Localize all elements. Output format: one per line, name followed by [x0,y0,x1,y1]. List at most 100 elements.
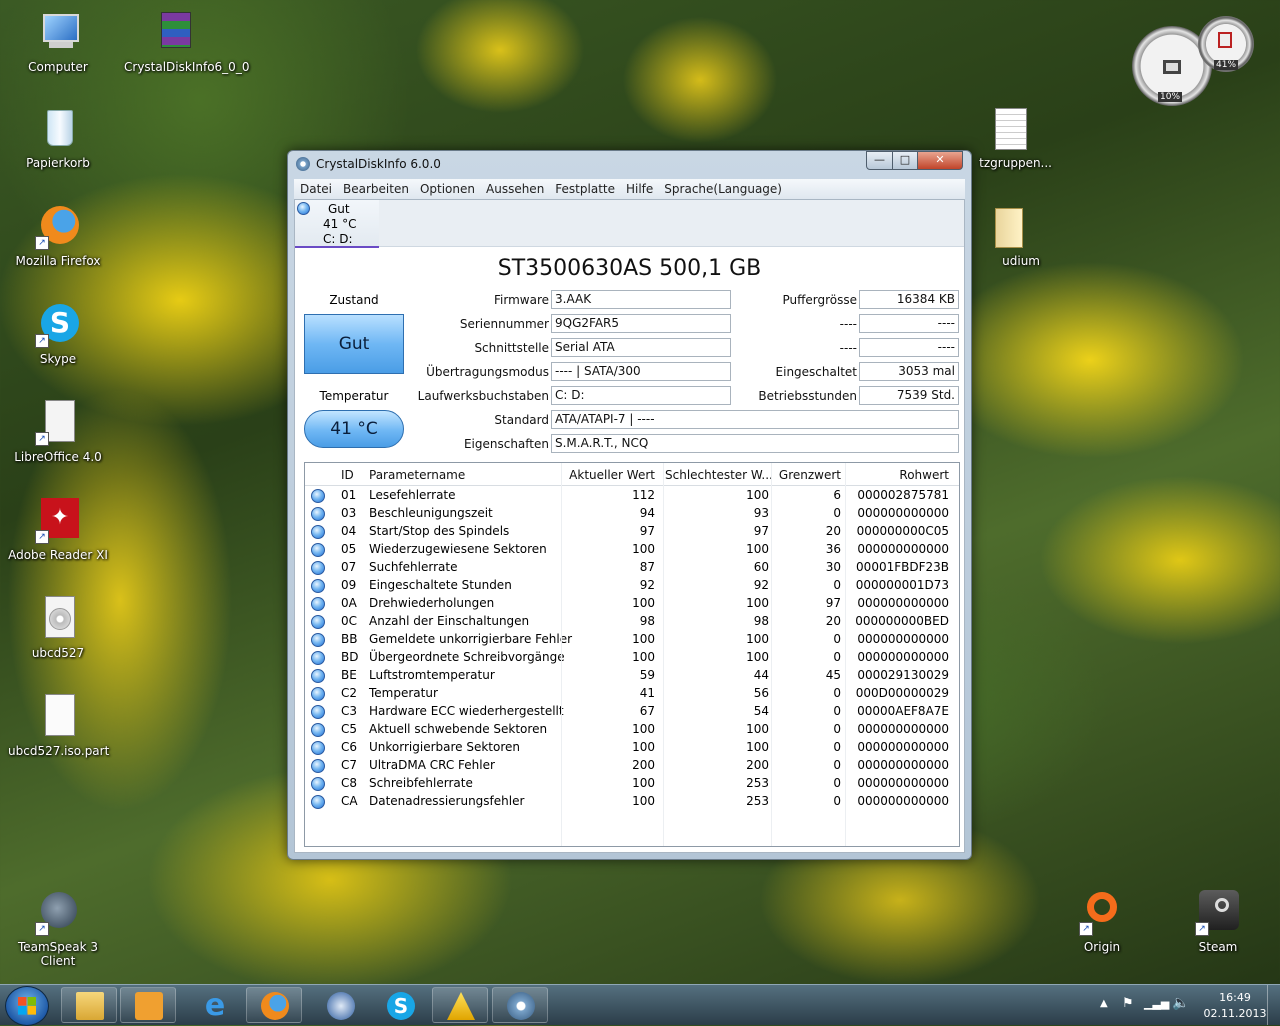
taskbar-action-center-button[interactable] [432,987,488,1023]
attribute-name: Datenadressierungsfehler [369,794,525,808]
taskbar-crystaldiskinfo-button[interactable] [492,987,548,1023]
attribute-threshold: 97 [825,596,841,610]
smart-attributes-table[interactable]: ID Parametername Aktueller Wert Schlecht… [304,462,960,847]
maximize-button[interactable]: □ [892,151,918,170]
close-button[interactable]: ✕ [917,151,963,170]
table-row[interactable]: C2 Temperatur 41 56 0 000D00000029 [305,684,959,702]
attribute-status-dot-icon [311,597,325,611]
attribute-id: 04 [341,524,357,538]
attribute-current: 100 [632,722,655,736]
desktop-icon-teamspeak[interactable]: ↗ TeamSpeak 3 Client [8,890,108,968]
disk-tab-selected[interactable]: Gut 41 °C C: D: [295,200,379,248]
attribute-name: Unkorrigierbare Sektoren [369,740,521,754]
desktop-icon-origin[interactable]: ↗ Origin [1052,890,1152,954]
network-icon[interactable]: ▁▃▅ [1144,997,1169,1010]
table-row[interactable]: 01 Lesefehlerrate 112 100 6 000002875781 [305,486,959,504]
table-row[interactable]: C5 Aktuell schwebende Sektoren 100 100 0 0000… [305,720,959,738]
menu-bearbeiten[interactable]: Bearbeiten [337,179,414,196]
menu-sprache[interactable]: Sprache(Language) [658,179,787,196]
table-row[interactable]: C6 Unkorrigierbare Sektoren 100 100 0 0000000… [305,738,959,756]
main-panel: Gut 41 °C C: D: ST3500630AS 500,1 GB Zus… [294,199,965,853]
show-desktop-button[interactable] [1267,985,1280,1025]
table-row[interactable]: BE Luftstromtemperatur 59 44 45 000029130029 [305,666,959,684]
attribute-id: BB [341,632,358,646]
attribute-current: 67 [639,704,655,718]
desktop-icon-adobe-reader[interactable]: ✦ ↗ Adobe Reader XI [8,498,108,562]
volume-icon[interactable]: 🔈 [1172,995,1189,1011]
desktop-icon-libreoffice[interactable]: ↗ LibreOffice 4.0 [8,400,108,464]
menu-aussehen[interactable]: Aussehen [480,179,549,196]
menu-hilfe[interactable]: Hilfe [620,179,658,196]
table-row[interactable]: BD Übergeordnete Schreibvorgänge 100 100 0 00… [305,648,959,666]
buffer-size-value: 16384 KB [859,290,959,309]
taskbar-firefox-button[interactable] [246,987,302,1023]
show-hidden-icons-icon[interactable]: ▲ [1100,998,1108,1009]
column-parameter-name[interactable]: Parametername [369,468,465,482]
taskbar-internet-explorer-button[interactable]: e [186,987,242,1023]
column-raw-value[interactable]: Rohwert [845,468,949,482]
table-row[interactable]: CA Datenadressierungsfehler 100 253 0 0000000… [305,792,959,810]
desktop-icon-steam[interactable]: ↗ Steam [1168,890,1268,954]
computer-icon [35,10,81,56]
desktop-icon-firefox[interactable]: ↗ Mozilla Firefox [8,204,108,268]
start-button[interactable] [5,986,49,1026]
attribute-worst: 56 [753,686,769,700]
attribute-status-dot-icon [311,777,325,791]
desktop-icon-label: Steam [1198,940,1238,954]
desktop-icon-ubcd527-iso-part[interactable]: ubcd527.iso.part [8,694,109,758]
desktop-icon-crystaldiskinfo-archive[interactable]: CrystalDiskInfo6_0_0 [124,10,249,74]
shortcut-arrow-icon: ↗ [35,432,49,446]
column-worst-value[interactable]: Schlechtester W... [665,468,773,482]
desktop-icon-skype[interactable]: S ↗ Skype [8,302,108,366]
table-row[interactable]: C8 Schreibfehlerrate 100 253 0 000000000000 [305,774,959,792]
minimize-button[interactable]: — [866,151,893,170]
table-row[interactable]: C3 Hardware ECC wiederhergestellt 67 54 0 000… [305,702,959,720]
desktop-icon-ubcd527[interactable]: ubcd527 [8,596,108,660]
clock-date[interactable]: 02.11.2013 [1202,1007,1268,1020]
attribute-raw: 000000000000 [857,596,949,610]
table-row[interactable]: BB Gemeldete unkorrigierbare Fehler 100 100… [305,630,959,648]
ram-meter-gadget[interactable]: 41% [1198,16,1254,72]
attribute-worst: 100 [746,542,769,556]
table-row[interactable]: 04 Start/Stop des Spindels 97 97 20 000000000… [305,522,959,540]
attribute-id: C5 [341,722,358,736]
attribute-worst: 100 [746,650,769,664]
menu-datei[interactable]: Datei [294,179,337,196]
column-current-value[interactable]: Aktueller Wert [563,468,655,482]
attribute-worst: 93 [753,506,769,520]
desktop-icon-recycle-bin[interactable]: Papierkorb [8,106,108,170]
table-row[interactable]: 05 Wiederzugewiesene Sektoren 100 100 36 0000… [305,540,959,558]
table-row[interactable]: 03 Beschleunigungszeit 94 93 0 000000000000 [305,504,959,522]
taskbar-media-player-button[interactable] [120,987,176,1023]
taskbar-thunderbird-button[interactable] [312,987,368,1023]
desktop-icon-computer[interactable]: Computer [8,10,108,74]
table-row[interactable]: C7 UltraDMA CRC Fehler 200 200 0 000000000000 [305,756,959,774]
menu-optionen[interactable]: Optionen [414,179,480,196]
health-status-button[interactable]: Gut [304,314,404,374]
shortcut-arrow-icon: ↗ [35,530,49,544]
firefox-icon: ↗ [35,204,81,250]
attribute-name: Beschleunigungszeit [369,506,493,520]
attribute-name: Suchfehlerrate [369,560,458,574]
attribute-worst: 100 [746,596,769,610]
taskbar-skype-button[interactable]: S [372,987,428,1023]
attribute-threshold: 0 [833,758,841,772]
taskbar-explorer-button[interactable] [61,987,117,1023]
serial-value: 9QG2FAR5 [551,314,731,333]
crystaldiskinfo-window[interactable]: CrystalDiskInfo 6.0.0 — □ ✕ Datei Bearbei… [287,150,972,860]
table-row[interactable]: 0C Anzahl der Einschaltungen 98 98 20 0000000… [305,612,959,630]
column-threshold[interactable]: Grenzwert [775,468,841,482]
menu-festplatte[interactable]: Festplatte [549,179,620,196]
drive-letters-value: C: D: [551,386,731,405]
table-row[interactable]: 0A Drehwiederholungen 100 100 97 000000000000 [305,594,959,612]
system-tray: ▲ ⚑ ▁▃▅ 🔈 16:49 02.11.2013 [1090,985,1280,1025]
flag-icon[interactable]: ⚑ [1122,996,1134,1011]
attribute-id: 0C [341,614,358,628]
clock-time[interactable]: 16:49 [1210,991,1260,1004]
column-id[interactable]: ID [341,468,354,482]
table-row[interactable]: 07 Suchfehlerrate 87 60 30 00001FBDF23B [305,558,959,576]
table-row[interactable]: 09 Eingeschaltete Stunden 92 92 0 000000001D7… [305,576,959,594]
title-bar[interactable]: CrystalDiskInfo 6.0.0 — □ ✕ [288,151,971,177]
attribute-status-dot-icon [311,723,325,737]
temperature-button[interactable]: 41 °C [304,410,404,448]
